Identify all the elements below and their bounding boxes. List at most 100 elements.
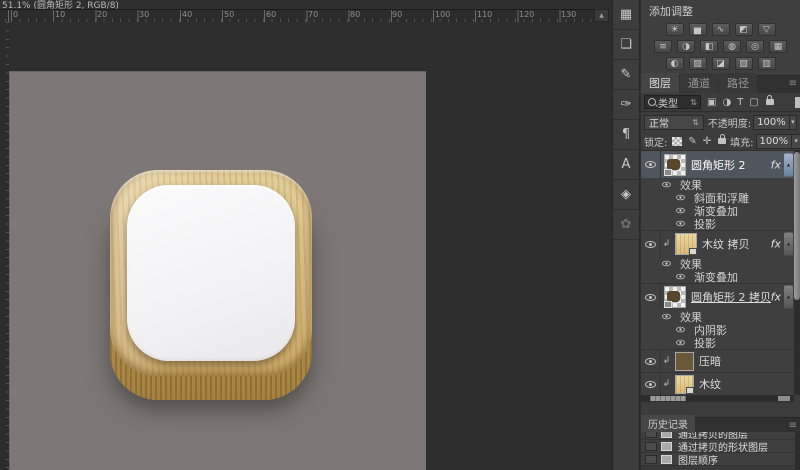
eye-icon[interactable] xyxy=(671,217,690,230)
channel-mixer-icon[interactable]: ◎ xyxy=(746,40,764,53)
swatches-icon[interactable]: ▦ xyxy=(613,0,639,30)
scroll-up-button[interactable]: ▲ xyxy=(594,9,609,22)
layer-row[interactable]: ↳ 木纹 xyxy=(641,372,800,395)
black-white-icon[interactable]: ◧ xyxy=(700,40,718,53)
curves-icon[interactable]: ∿ xyxy=(712,23,730,36)
photo-filter-icon[interactable]: ◍ xyxy=(723,40,741,53)
type-layer-filter-icon[interactable]: T xyxy=(737,97,743,108)
lock-row: 锁定: ✎ ✛ 填充: 100% ▾ xyxy=(641,132,800,151)
fx-collapse-button[interactable]: ▴ xyxy=(784,233,793,256)
tab-history[interactable]: 历史记录 xyxy=(641,415,695,432)
color-lookup-icon[interactable]: ▦ xyxy=(769,40,787,53)
tool-presets-icon[interactable]: ✑ xyxy=(613,90,639,120)
adjustments-panel: 添加调整 ☀ ▅ ∿ ◩ ▽ ≡ ◑ ◧ ◍ ◎ ▦ ◐ ▨ ◪ ▧ ▥ xyxy=(641,0,800,76)
ruler-tick-label: 20 xyxy=(97,10,107,19)
vector-mask-badge xyxy=(664,169,672,176)
layer-thumbnail[interactable] xyxy=(675,375,694,394)
selective-color-icon[interactable]: ▧ xyxy=(735,57,753,70)
layer-effect-row[interactable]: 渐变叠加 xyxy=(641,270,800,283)
lock-position-move-icon[interactable]: ✛ xyxy=(703,136,711,147)
opacity-value[interactable]: 100% xyxy=(753,115,790,130)
layer-effect-row[interactable]: 渐变叠加 xyxy=(641,204,800,217)
scrollbar-thumb[interactable] xyxy=(650,396,686,401)
panel-menu-icon[interactable]: ≡ xyxy=(789,78,797,89)
eye-icon[interactable] xyxy=(641,350,661,372)
lock-all-icon[interactable] xyxy=(718,138,726,144)
layer-name: 压暗 xyxy=(699,353,721,369)
posterize-icon[interactable]: ▨ xyxy=(689,57,707,70)
eye-icon[interactable] xyxy=(641,231,661,257)
eye-icon[interactable] xyxy=(641,373,661,395)
tab-layers[interactable]: 图层 xyxy=(641,73,679,93)
layer-thumbnail[interactable] xyxy=(675,233,697,255)
opacity-label: 不透明度: xyxy=(708,115,751,130)
layer-effect-row[interactable]: 投影 xyxy=(641,336,800,349)
tab-paths[interactable]: 路径 xyxy=(719,73,757,93)
history-source-checkbox[interactable] xyxy=(645,442,657,451)
invert-icon[interactable]: ◐ xyxy=(666,57,684,70)
lock-pixels-brush-icon[interactable]: ✎ xyxy=(688,136,696,147)
eye-icon[interactable] xyxy=(657,257,676,270)
adjustment-layer-filter-icon[interactable]: ◑ xyxy=(722,97,731,108)
fx-collapse-button[interactable]: ▴ xyxy=(784,286,793,309)
3d-panel-icon[interactable]: ◈ xyxy=(613,180,639,210)
layer-thumbnail[interactable] xyxy=(675,352,694,371)
fill-value[interactable]: 100% xyxy=(756,134,793,149)
brush-presets-icon[interactable]: ✎ xyxy=(613,60,639,90)
layer-thumbnail[interactable] xyxy=(664,154,686,176)
levels-icon[interactable]: ▅ xyxy=(689,23,707,36)
layers-horizontal-scrollbar[interactable] xyxy=(641,395,794,402)
threshold-icon[interactable]: ◪ xyxy=(712,57,730,70)
clipping-mask-icon: ↳ xyxy=(661,379,672,389)
character-panel-icon[interactable]: A xyxy=(613,150,639,180)
eye-icon[interactable] xyxy=(671,191,690,204)
scrollbar-thumb[interactable] xyxy=(794,152,800,300)
exposure-icon[interactable]: ◩ xyxy=(735,23,753,36)
history-scrollbar[interactable] xyxy=(795,432,800,470)
gradient-map-icon[interactable]: ▥ xyxy=(758,57,776,70)
eye-icon[interactable] xyxy=(657,310,676,323)
hue-saturation-icon[interactable]: ≡ xyxy=(654,40,672,53)
shape-layer-filter-icon[interactable]: ▢ xyxy=(749,97,758,108)
fill-dropdown-icon[interactable]: ▾ xyxy=(792,134,800,149)
history-source-checkbox[interactable] xyxy=(645,455,657,464)
layers-vertical-scrollbar[interactable] xyxy=(794,151,800,395)
scrollbar-cap[interactable] xyxy=(778,396,790,401)
eye-icon[interactable] xyxy=(671,336,690,349)
tab-channels[interactable]: 通道 xyxy=(680,73,718,93)
eye-icon[interactable] xyxy=(671,204,690,217)
layer-row[interactable]: ↳ 木纹 拷贝 fx ▴ xyxy=(641,230,800,257)
brightness-contrast-icon[interactable]: ☀ xyxy=(666,23,684,36)
eye-icon[interactable] xyxy=(671,323,690,336)
filter-toggle-partial[interactable] xyxy=(795,97,800,108)
clipping-mask-icon: ↳ xyxy=(661,356,672,366)
vibrance-icon[interactable]: ▽ xyxy=(758,23,776,36)
smart-object-filter-lock-icon[interactable] xyxy=(766,99,774,105)
paragraph-panel-icon[interactable]: ¶ xyxy=(613,120,639,150)
properties-panel-icon[interactable]: ✿ xyxy=(613,210,639,240)
panel-menu-icon[interactable]: ≡ xyxy=(789,420,797,431)
eye-icon[interactable] xyxy=(657,178,676,191)
styles-icon[interactable]: ❏ xyxy=(613,30,639,60)
blend-mode-select[interactable]: 正常 ⇅ xyxy=(644,115,704,130)
layer-effect-row[interactable]: 投影 xyxy=(641,217,800,230)
photoshop-window: 51.1% (圆角矩形 2, RGB/8) 0 10 20 30 40 50 6… xyxy=(0,0,800,470)
eye-icon[interactable] xyxy=(641,284,661,310)
layer-row[interactable]: ↳ 压暗 xyxy=(641,349,800,372)
fx-collapse-button[interactable]: ▴ xyxy=(784,153,793,176)
history-source-checkbox[interactable] xyxy=(645,432,657,438)
opacity-dropdown-icon[interactable]: ▾ xyxy=(790,115,797,130)
layer-thumbnail[interactable] xyxy=(664,286,686,308)
layer-row[interactable]: 圆角矩形 2 fx ▴ xyxy=(641,151,800,178)
history-item[interactable]: 图层顺序 xyxy=(641,453,795,466)
layer-row[interactable]: 圆角矩形 2 拷贝 fx ▴ xyxy=(641,283,800,310)
eye-icon[interactable] xyxy=(641,151,661,178)
color-balance-icon[interactable]: ◑ xyxy=(677,40,695,53)
history-item[interactable]: 通过拷贝的形状图层 xyxy=(641,440,795,453)
lock-transparency-icon[interactable] xyxy=(672,137,682,146)
eye-icon[interactable] xyxy=(671,270,690,283)
pixel-layer-filter-icon[interactable]: ▣ xyxy=(707,97,716,108)
fx-badge: fx xyxy=(771,238,781,251)
layer-effect-row[interactable]: 内阴影 xyxy=(641,323,800,336)
filter-type-select[interactable]: 类型 ⇅ xyxy=(644,95,701,109)
